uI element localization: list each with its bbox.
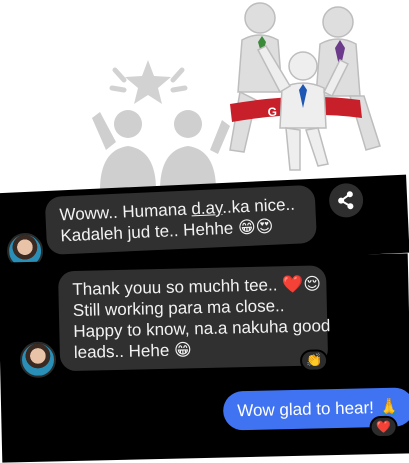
heart-reaction-icon: ❤️ — [375, 419, 392, 435]
incoming-message-bubble[interactable]: Woww.. Humana d.ay..ka nice.. Kadaleh ju… — [44, 184, 318, 256]
contact-avatar[interactable] — [19, 341, 57, 379]
header-illustration: GOAL — [92, 2, 381, 190]
finish-line-runners-illustration: GOAL — [229, 2, 381, 171]
clap-reaction[interactable]: 👏 — [299, 349, 329, 372]
clap-reaction-icon: 👏 — [305, 352, 323, 368]
star-icon — [109, 60, 188, 104]
share-icon — [338, 191, 354, 210]
share-button[interactable] — [328, 182, 364, 219]
chat-screenshot-bottom: Thank youu so muchh tee.. ❤️😌 Still work… — [0, 253, 409, 463]
heart-reaction[interactable]: ❤️ — [369, 415, 398, 439]
message-line-4: leads.. Hehe 😁 — [73, 340, 192, 362]
incoming-message-bubble[interactable]: Thank youu so muchh tee.. ❤️😌 Still work… — [57, 265, 331, 372]
celebrating-team-icon — [92, 110, 230, 190]
